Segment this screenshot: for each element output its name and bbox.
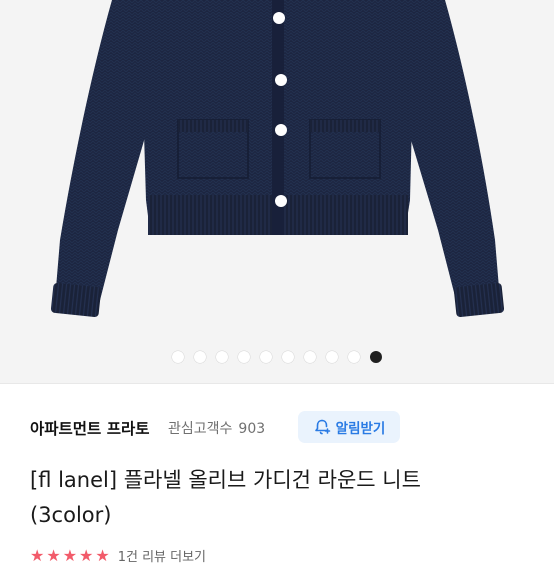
carousel-dot[interactable] xyxy=(348,351,360,363)
follower-info: 관심고객수 903 xyxy=(168,418,265,438)
carousel-indicator[interactable] xyxy=(0,350,554,364)
alarm-subscribe-button[interactable]: 알림받기 xyxy=(298,411,400,443)
product-title: [fl lanel] 플라넬 올리브 가디건 라운드 니트 (3color) xyxy=(30,463,540,533)
carousel-dot[interactable] xyxy=(304,351,316,363)
carousel-dot[interactable] xyxy=(238,351,250,363)
carousel-dot-active[interactable] xyxy=(370,351,382,363)
product-title-line1: [fl lanel] 플라넬 올리브 가디건 라운드 니트 xyxy=(30,468,421,492)
shop-info: 아파트먼트 프라토 관심고객수 903 알림받기 xyxy=(0,383,554,474)
follower-count: 903 xyxy=(238,421,266,437)
shop-name-link[interactable]: 아파트먼트 프라토 xyxy=(30,417,149,439)
carousel-dot[interactable] xyxy=(326,351,338,363)
bell-plus-icon xyxy=(314,419,330,435)
carousel-dot[interactable] xyxy=(216,351,228,363)
carousel-dot[interactable] xyxy=(260,351,272,363)
cardigan-illustration xyxy=(50,0,505,318)
star-rating: ★★★★★ xyxy=(30,545,112,565)
product-image[interactable] xyxy=(0,0,554,383)
carousel-dot[interactable] xyxy=(194,351,206,363)
carousel-dot[interactable] xyxy=(282,351,294,363)
product-title-line2: (3color) xyxy=(30,503,112,527)
rating-row[interactable]: ★★★★★ 1건 리뷰 더보기 xyxy=(30,545,206,565)
carousel-dot[interactable] xyxy=(172,351,184,363)
review-link[interactable]: 1건 리뷰 더보기 xyxy=(118,546,206,565)
follower-label: 관심고객수 xyxy=(168,421,233,437)
alarm-button-label: 알림받기 xyxy=(335,421,386,437)
